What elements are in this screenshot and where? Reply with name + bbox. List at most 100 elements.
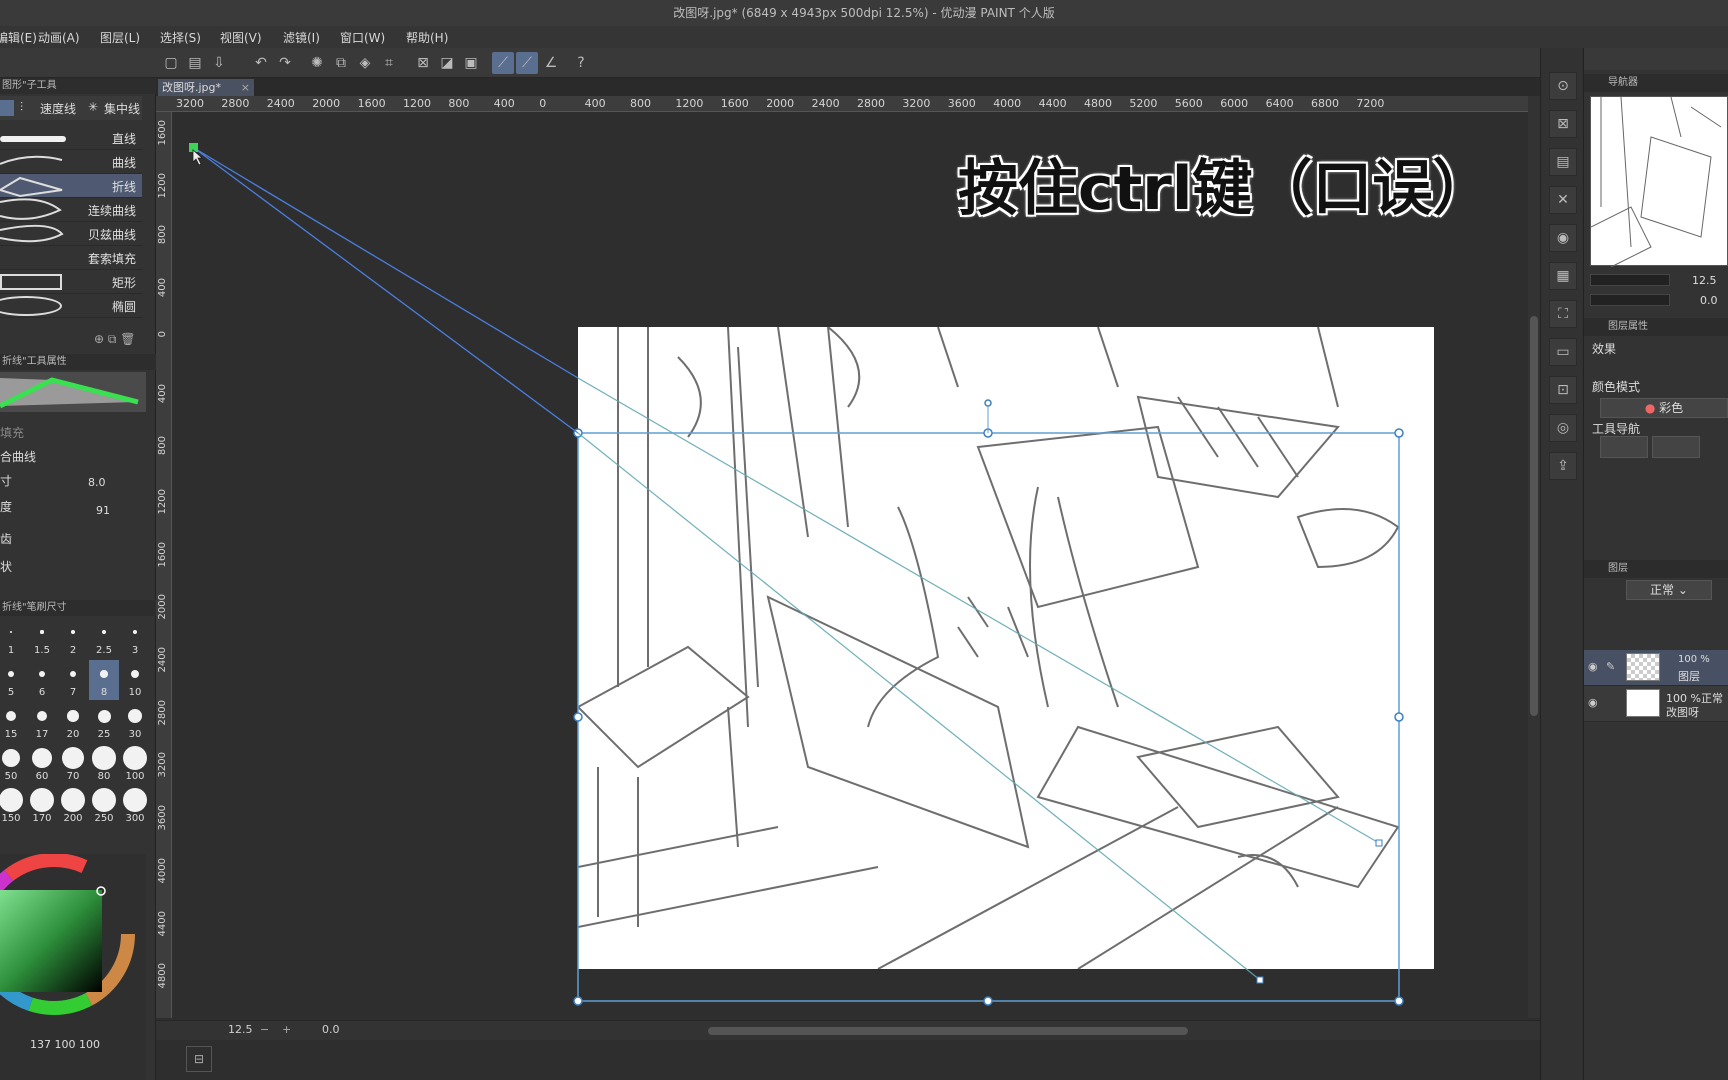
subtool-item-line[interactable]: 直线 [0,126,142,150]
brush-size-cell[interactable]: 50 [0,744,26,784]
brush-size-cell[interactable]: 70 [58,744,88,784]
brush-size-cell[interactable]: 6 [27,660,57,700]
brush-size-cell[interactable]: 80 [89,744,119,784]
ruler-tick-label: 6400 [1265,97,1294,110]
copy-subtool-icon[interactable]: ⧉ [108,332,117,346]
brush-size-cell[interactable]: 10 [120,660,150,700]
brush-size-cell[interactable]: 7 [58,660,88,700]
tab-speed-line[interactable]: 速度线 [40,100,76,117]
color-wheel[interactable] [0,853,146,1044]
open-file-icon[interactable]: ▤ [184,52,206,74]
menu-edit[interactable]: 编辑(E) [0,29,37,46]
menu-bar: 编辑(E) 动画(A) 图层(L) 选择(S) 视图(V) 滤镜(I) 窗口(W… [0,26,1728,48]
zoom-readout[interactable]: 12.5 [228,1023,253,1036]
navigator-zoom-slider[interactable] [1590,274,1670,286]
brush-size-cell[interactable]: 20 [58,702,88,742]
navigator-rotation-value[interactable]: 0.0 [1700,294,1718,307]
brush-size-cell[interactable]: 60 [27,744,57,784]
brush-size-cell[interactable]: 250 [89,786,119,826]
close-icon[interactable]: × [241,79,250,96]
brush-size-cell[interactable]: 3 [120,618,150,658]
menu-animation[interactable]: 动画(A) [38,29,80,46]
brush-size-cell[interactable]: 2 [58,618,88,658]
brush-size-cell[interactable]: 1 [0,618,26,658]
close-material-icon[interactable]: ✕ [1549,186,1577,214]
brush-size-cell[interactable]: 25 [89,702,119,742]
delete-subtool-icon[interactable]: 🗑 [120,332,135,346]
brush-size-dot [100,670,108,678]
snap-special-ruler-icon[interactable]: ⟋ [516,52,538,74]
snap-ruler-icon[interactable]: ⟋ [492,52,514,74]
rotation-readout[interactable]: 0.0 [322,1023,340,1036]
image-material-icon[interactable]: ⛶ [1549,300,1577,328]
brush-size-cell[interactable]: 15 [0,702,26,742]
brush-size-cell[interactable]: 300 [120,786,150,826]
redo-icon[interactable]: ↷ [274,52,296,74]
brush-size-dot [92,788,116,812]
menu-view[interactable]: 视图(V) [220,29,262,46]
history-icon[interactable]: ⊡ [1549,376,1577,404]
zoom-out-icon[interactable]: − [260,1023,269,1036]
layer-search-icon[interactable]: ▦ [1549,262,1577,290]
brush-size-cell[interactable]: 17 [27,702,57,742]
tool-nav-button-2[interactable] [1652,436,1700,458]
brush-size-cell[interactable]: 170 [27,786,57,826]
brush-size-cell[interactable]: 30 [120,702,150,742]
fill-icon[interactable]: ◈ [354,52,376,74]
zoom-in-icon[interactable]: + [282,1023,291,1036]
eye-icon[interactable]: ◉ [1588,696,1598,709]
undo-icon[interactable]: ↶ [250,52,272,74]
navigator-thumbnail[interactable] [1590,96,1728,268]
invert-selection-icon[interactable]: ◪ [436,52,458,74]
3d-icon[interactable]: ◎ [1549,414,1577,442]
brush-size-cell[interactable]: 8 [89,660,119,700]
ruler-tick-label: 5600 [1174,97,1203,110]
deselect-icon[interactable]: ⊠ [412,52,434,74]
layout-toggle-icon[interactable]: ⊟ [186,1046,212,1072]
snap-grid-icon[interactable]: ∠ [540,52,562,74]
eye-icon[interactable]: ◉ [1588,660,1598,673]
transform-icon[interactable]: ⌗ [378,52,400,74]
horizontal-scroll-thumb[interactable] [708,1027,1188,1035]
add-subtool-icon[interactable]: ⊕ [94,332,104,346]
folder-icon[interactable]: ▭ [1549,338,1577,366]
loading-icon[interactable]: ✺ [306,52,328,74]
copy-icon[interactable]: ⧉ [330,52,352,74]
camera-icon[interactable]: ◉ [1549,224,1577,252]
navigator-panel-icon[interactable]: ⊙ [1549,72,1577,100]
color-mode-button[interactable]: ● 彩色 [1600,398,1728,418]
material-icon[interactable]: ▤ [1549,148,1577,176]
auto-action-icon[interactable]: ⇪ [1549,452,1577,480]
size-value[interactable]: 8.0 [88,476,106,489]
layer-row[interactable]: ◉ 100 %正常 改图呀 [1584,686,1728,722]
canvas-sketch[interactable] [576,326,1434,970]
navigator-rotation-slider[interactable] [1590,294,1670,306]
tool-nav-button-1[interactable] [1600,436,1648,458]
menu-help[interactable]: 帮助(H) [406,29,448,46]
blend-mode-select[interactable]: 正常 ⌄ [1626,580,1712,600]
document-tab[interactable]: 改图呀.jpg* × [158,79,254,96]
menu-select[interactable]: 选择(S) [160,29,201,46]
brush-size-cell[interactable]: 1.5 [27,618,57,658]
brush-size-cell[interactable]: 100 [120,744,150,784]
crop-icon[interactable]: ▣ [460,52,482,74]
opacity-value[interactable]: 91 [96,504,110,517]
tab-line[interactable] [0,100,14,116]
new-file-icon[interactable]: ▢ [160,52,182,74]
menu-window[interactable]: 窗口(W) [340,29,385,46]
save-icon[interactable]: ⇩ [208,52,230,74]
tab-focus-line[interactable]: 集中线 [104,100,140,117]
vertical-scroll-thumb[interactable] [1530,316,1538,716]
sub-view-icon[interactable]: ⊠ [1549,110,1577,138]
brush-size-cell[interactable]: 5 [0,660,26,700]
navigator-zoom-value[interactable]: 12.5 [1692,274,1717,287]
menu-filter[interactable]: 滤镜(I) [283,29,320,46]
brush-size-cell[interactable]: 150 [0,786,26,826]
vertical-scrollbar[interactable] [1528,96,1540,1018]
layer-row[interactable]: ◉ ✎ 100 % 图层 [1584,650,1728,686]
help-icon[interactable]: ? [570,52,592,74]
brush-size-cell[interactable]: 2.5 [89,618,119,658]
menu-layer[interactable]: 图层(L) [100,29,140,46]
brush-size-label: 15 [4,729,18,740]
brush-size-cell[interactable]: 200 [58,786,88,826]
